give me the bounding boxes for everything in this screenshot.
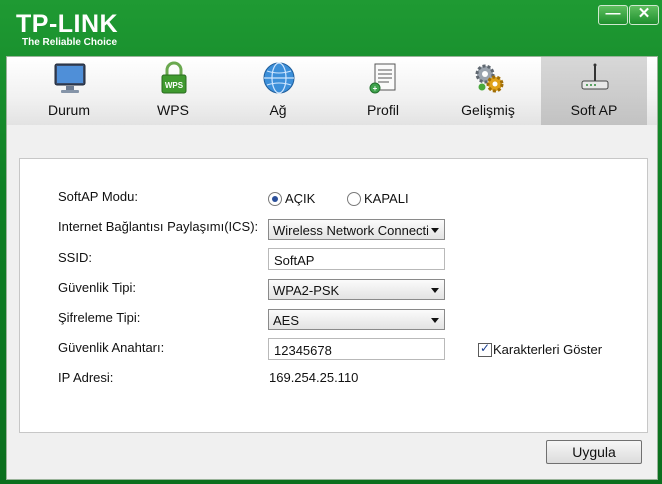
ssid-input[interactable]: SoftAP (268, 248, 445, 270)
ics-select[interactable]: Wireless Network Connecti (268, 219, 445, 240)
apply-button[interactable]: Uygula (546, 440, 642, 464)
minimize-icon: — (605, 5, 621, 22)
mode-off-radio[interactable] (347, 192, 361, 206)
brand-name: TP-LINK (16, 10, 119, 38)
tab-label: Ağ (269, 102, 287, 118)
profile-document-icon: + (369, 63, 396, 94)
security-type-select[interactable]: WPA2-PSK (268, 279, 445, 300)
security-key-input[interactable]: 12345678 (268, 338, 445, 360)
security-type-value: WPA2-PSK (273, 283, 340, 298)
svg-text:WPS: WPS (165, 81, 184, 90)
close-icon: ✕ (637, 5, 651, 22)
gears-icon (475, 64, 504, 93)
router-icon (581, 63, 609, 90)
softap-mode-label: SoftAP Modu: (58, 189, 138, 204)
encryption-type-label: Şifreleme Tipi: (58, 310, 141, 325)
security-type-label: Güvenlik Tipi: (58, 280, 137, 295)
ip-address-label: IP Adresi: (58, 370, 114, 385)
ssid-label: SSID: (58, 250, 92, 265)
tab-label: Gelişmiş (461, 102, 515, 118)
brand-logo: TP-LINK The Reliable Choice (16, 11, 118, 49)
chevron-down-icon (431, 228, 439, 233)
app-window: TP-LINK The Reliable Choice — ✕ Durum WP… (0, 0, 662, 484)
tab-durum[interactable]: Durum (16, 57, 122, 126)
close-button[interactable]: ✕ (629, 5, 659, 25)
tab-wps[interactable]: WPS WPS (120, 57, 226, 126)
tab-label: Durum (47, 102, 90, 118)
tab-ag[interactable]: Ağ (225, 57, 331, 126)
chevron-down-icon (431, 318, 439, 323)
tab-label: Profil (367, 102, 399, 118)
ics-label: Internet Bağlantısı Paylaşımı(ICS): (58, 219, 259, 234)
chevron-down-icon (431, 288, 439, 293)
security-key-label: Güvenlik Anahtarı: (58, 340, 165, 355)
softap-settings-panel: SoftAP Modu: AÇIK KAPALI Internet Bağlan… (19, 158, 648, 433)
encryption-type-select[interactable]: AES (268, 309, 445, 330)
brand-tagline: The Reliable Choice (22, 37, 118, 48)
content-area: SoftAP Modu: AÇIK KAPALI Internet Bağlan… (6, 125, 658, 480)
mode-off-label: KAPALI (364, 191, 409, 206)
wps-lock-icon: WPS (161, 61, 187, 94)
ics-value: Wireless Network Connecti (273, 223, 428, 238)
tab-gelismis[interactable]: Gelişmiş (435, 57, 541, 126)
tab-label: Soft AP (570, 102, 618, 118)
ssid-value: SoftAP (274, 253, 315, 268)
minimize-button[interactable]: — (598, 5, 628, 25)
show-characters-checkbox[interactable] (478, 341, 492, 357)
show-characters-label: Karakterleri Göster (493, 342, 603, 357)
tab-profil[interactable]: + Profil (330, 57, 436, 126)
tab-bar: Durum WPS WPS Ağ + Profil Gelişmiş Soft … (6, 56, 658, 126)
monitor-icon (54, 63, 86, 93)
tab-soft-ap[interactable]: Soft AP (541, 57, 647, 126)
mode-on-label: AÇIK (285, 191, 316, 206)
security-key-value: 12345678 (274, 343, 332, 358)
tab-label: WPS (157, 102, 189, 118)
ip-address-value: 169.254.25.110 (269, 370, 359, 385)
globe-icon (263, 62, 295, 94)
encryption-type-value: AES (273, 313, 300, 328)
mode-on-radio[interactable] (268, 192, 282, 206)
svg-text:+: + (373, 84, 378, 93)
